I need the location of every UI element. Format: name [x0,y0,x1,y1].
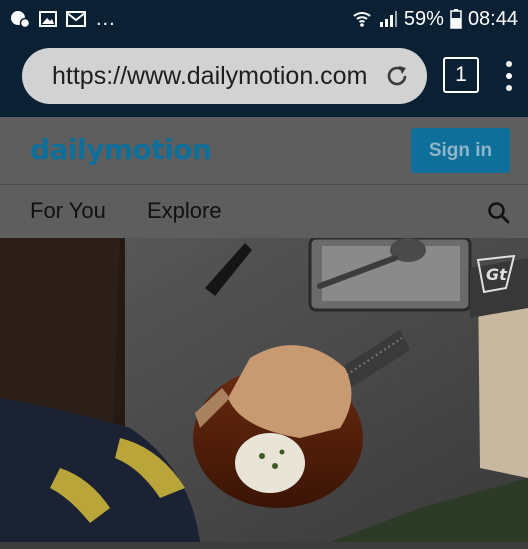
tab-explore[interactable]: Explore [147,198,222,224]
signal-icon [378,10,398,28]
more-notifications-indicator: ... [96,7,116,30]
site-nav: For You Explore [0,185,528,238]
more-vert-icon[interactable] [498,58,520,94]
video-thumbnail[interactable]: Gt [0,238,528,542]
dailymotion-logo[interactable]: dailymotion [30,133,212,166]
sign-in-button[interactable]: Sign in [411,128,510,173]
tab-for-you[interactable]: For You [30,198,106,224]
chat-notification-icon [10,10,30,28]
bottom-strip [0,542,528,549]
svg-text:Gt: Gt [486,265,508,284]
email-notification-icon [66,10,86,28]
browser-toolbar: https://www.dailymotion.com 1 [0,38,528,117]
status-bar: ... 59% 08:44 [0,0,528,38]
reload-icon[interactable] [383,62,411,90]
notification-icons: ... [10,8,116,31]
url-text[interactable]: https://www.dailymotion.com [52,62,383,91]
channel-watermark-icon: Gt [476,254,516,294]
screen: ... 59% 08:44 https://www.dailymotion.co… [0,0,528,549]
system-status: 59% 08:44 [352,8,518,31]
battery-icon [450,9,462,29]
battery-percent: 59% [403,7,444,30]
tab-switcher-button[interactable]: 1 [443,57,479,93]
site-header: dailymotion Sign in [0,117,528,185]
address-bar[interactable]: https://www.dailymotion.com [22,48,427,104]
clock: 08:44 [467,7,518,30]
wifi-icon [352,10,372,28]
image-notification-icon [38,10,58,28]
search-icon[interactable] [486,200,512,226]
